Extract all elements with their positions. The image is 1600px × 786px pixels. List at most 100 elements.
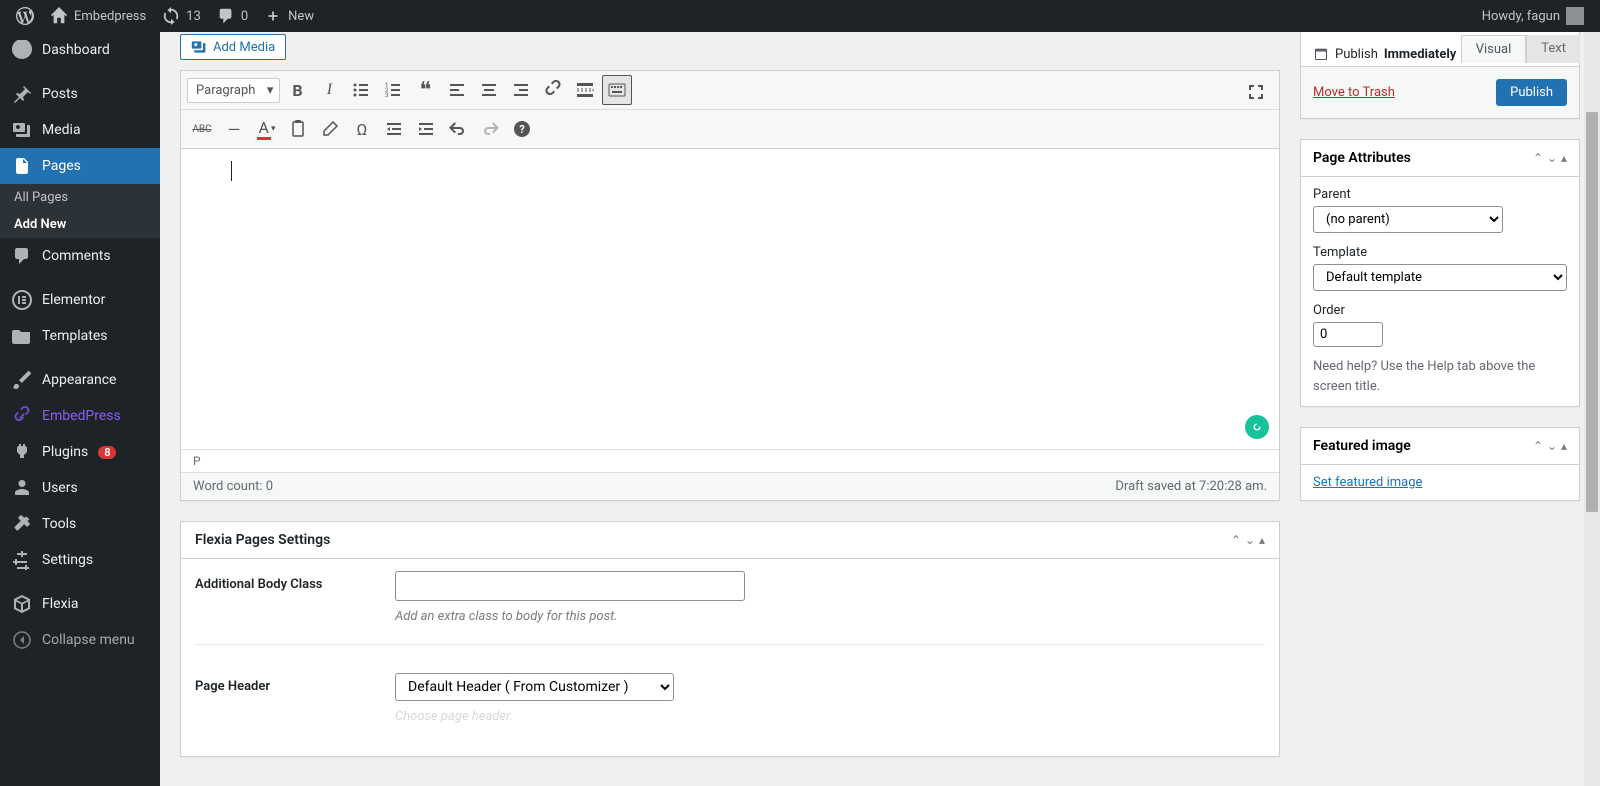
comments-link[interactable]: 0 <box>209 0 256 32</box>
wp-logo[interactable] <box>8 0 42 32</box>
new-link[interactable]: New <box>256 0 322 32</box>
featured-title: Featured image <box>1313 438 1411 454</box>
admin-bar: Embedpress 13 0 New Howdy, fagun <box>0 0 1600 32</box>
editor-content[interactable] <box>181 149 1279 449</box>
sidebar-item-media[interactable]: Media <box>0 112 160 148</box>
sidebar-item-users[interactable]: Users <box>0 470 160 506</box>
featured-down-icon[interactable]: ⌄ <box>1547 439 1557 453</box>
indent-icon <box>416 119 436 139</box>
bold-button[interactable]: B <box>282 75 312 105</box>
bullet-list-button[interactable] <box>346 75 376 105</box>
sidebar-sub-add-new[interactable]: Add New <box>0 211 160 238</box>
add-media-button[interactable]: Add Media <box>180 34 286 60</box>
sidebar-item-settings[interactable]: Settings <box>0 542 160 578</box>
set-featured-link[interactable]: Set featured image <box>1313 475 1422 490</box>
toolbar-toggle-button[interactable] <box>602 75 632 105</box>
page-scrollbar[interactable] <box>1584 32 1600 786</box>
sidebar-item-elementor[interactable]: Elementor <box>0 282 160 318</box>
sidebar-item-templates[interactable]: Templates <box>0 318 160 354</box>
template-select[interactable]: Default template <box>1313 264 1567 291</box>
link-button[interactable] <box>538 75 568 105</box>
number-list-button[interactable]: 123 <box>378 75 408 105</box>
link-icon <box>12 406 32 426</box>
readmore-icon <box>575 80 595 100</box>
help-button[interactable]: ? <box>507 114 537 144</box>
brush-icon <box>12 370 32 390</box>
paste-button[interactable] <box>283 114 313 144</box>
sidebar-item-appearance[interactable]: Appearance <box>0 362 160 398</box>
featured-caret-icon[interactable]: ▴ <box>1561 439 1567 453</box>
sidebar-item-flexia[interactable]: Flexia <box>0 586 160 622</box>
italic-button[interactable]: I <box>314 75 344 105</box>
template-label: Template <box>1313 245 1567 260</box>
sidebar-item-dashboard[interactable]: Dashboard <box>0 32 160 68</box>
special-char-button[interactable]: Ω <box>347 114 377 144</box>
user-menu[interactable]: Howdy, fagun <box>1474 0 1592 32</box>
list-ul-icon <box>351 80 371 100</box>
eraser-icon <box>320 119 340 139</box>
pin-icon <box>12 84 32 104</box>
outdent-icon <box>384 119 404 139</box>
indent-button[interactable] <box>411 114 441 144</box>
site-link[interactable]: Embedpress <box>42 0 154 32</box>
sidebar-item-embedpress[interactable]: EmbedPress <box>0 398 160 434</box>
clear-format-button[interactable] <box>315 114 345 144</box>
flexia-up-icon[interactable]: ⌃ <box>1231 533 1241 547</box>
page-icon <box>12 156 32 176</box>
align-left-button[interactable] <box>442 75 472 105</box>
align-right-button[interactable] <box>506 75 536 105</box>
textcolor-button[interactable]: A ▾ <box>251 114 281 144</box>
fullscreen-icon <box>1246 82 1266 102</box>
wordpress-icon <box>16 7 34 25</box>
grammarly-icon[interactable] <box>1245 415 1269 439</box>
sidebar-item-plugins[interactable]: Plugins 8 <box>0 434 160 470</box>
page-header-select[interactable]: Default Header ( From Customizer ) <box>395 673 674 701</box>
text-cursor <box>231 161 232 181</box>
collapse-menu[interactable]: Collapse menu <box>0 622 160 658</box>
publish-button[interactable]: Publish <box>1496 79 1567 106</box>
parent-select[interactable]: (no parent) <box>1313 206 1503 233</box>
home-icon <box>50 7 68 25</box>
comment-icon <box>12 246 32 266</box>
main-content: Add Media Visual Text Paragraph B I 123 … <box>160 32 1600 786</box>
sidebar-item-comments[interactable]: Comments <box>0 238 160 274</box>
redo-button[interactable] <box>475 114 505 144</box>
outdent-button[interactable] <box>379 114 409 144</box>
flexia-down-icon[interactable]: ⌄ <box>1245 533 1255 547</box>
move-to-trash-link[interactable]: Move to Trash <box>1313 85 1395 100</box>
hr-button[interactable]: — <box>219 114 249 144</box>
fullscreen-button[interactable] <box>1241 77 1271 107</box>
element-path: P <box>181 449 1279 472</box>
flexia-metabox: Flexia Pages Settings ⌃ ⌄ ▴ Additional B… <box>180 521 1280 757</box>
elementor-icon <box>12 290 32 310</box>
undo-button[interactable] <box>443 114 473 144</box>
align-center-button[interactable] <box>474 75 504 105</box>
quote-button[interactable]: ❝ <box>410 75 440 105</box>
attrs-down-icon[interactable]: ⌄ <box>1547 151 1557 165</box>
updates-link[interactable]: 13 <box>154 0 209 32</box>
featured-up-icon[interactable]: ⌃ <box>1533 439 1543 453</box>
editor-toolbar-1: Paragraph B I 123 ❝ <box>181 71 1279 110</box>
sidebar-item-pages[interactable]: Pages <box>0 148 160 184</box>
attrs-up-icon[interactable]: ⌃ <box>1533 151 1543 165</box>
sidebar-sub-all-pages[interactable]: All Pages <box>0 184 160 211</box>
body-class-input[interactable] <box>395 571 745 601</box>
flexia-caret-icon[interactable]: ▴ <box>1259 533 1265 547</box>
flexia-title: Flexia Pages Settings <box>195 532 330 548</box>
admin-sidebar: Dashboard Posts Media Pages All Pages Ad… <box>0 32 160 786</box>
format-select[interactable]: Paragraph <box>187 78 280 103</box>
updates-count: 13 <box>186 9 201 24</box>
link-icon <box>543 80 563 100</box>
order-input[interactable] <box>1313 322 1383 347</box>
tab-text[interactable]: Text <box>1526 35 1580 63</box>
sidebar-item-posts[interactable]: Posts <box>0 76 160 112</box>
sidebar-item-tools[interactable]: Tools <box>0 506 160 542</box>
readmore-button[interactable] <box>570 75 600 105</box>
site-name: Embedpress <box>74 9 146 24</box>
attrs-caret-icon[interactable]: ▴ <box>1561 151 1567 165</box>
scrollbar-thumb[interactable] <box>1586 112 1598 512</box>
strikethrough-button[interactable]: ABC <box>187 114 217 144</box>
help-icon: ? <box>512 119 532 139</box>
tab-visual[interactable]: Visual <box>1461 35 1527 63</box>
collapse-icon <box>12 630 32 650</box>
